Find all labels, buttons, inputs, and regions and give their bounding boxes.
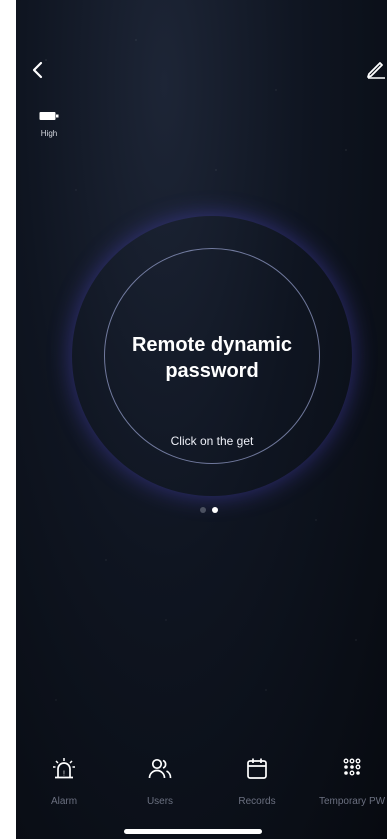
users-icon	[148, 758, 172, 779]
nav-label-alarm: Alarm	[50, 796, 78, 807]
nav-label-users: Users	[146, 796, 174, 807]
ring-title-line-2: password	[165, 360, 259, 382]
battery-icon	[39, 112, 59, 120]
keypad-grid-icon	[343, 758, 361, 776]
phone-frame: High Remote dynamic password Click on th…	[0, 0, 387, 839]
nav-item-temporary-pw[interactable]: Temporary PW	[312, 756, 387, 807]
calendar-icon	[247, 758, 267, 779]
battery-indicator: High	[34, 108, 64, 138]
nav-label-records: Records	[238, 796, 276, 807]
nav-item-users[interactable]: Users	[120, 756, 200, 807]
page-dot-1[interactable]	[200, 507, 206, 513]
pencil-icon	[367, 62, 385, 79]
alarm-siren-icon: !	[53, 758, 75, 779]
ring-title-line-1: Remote dynamic	[131, 334, 293, 356]
page-dot-2[interactable]	[212, 507, 218, 513]
nav-item-records[interactable]: Records	[217, 756, 297, 807]
svg-text:!: !	[63, 771, 65, 778]
app-screen: High Remote dynamic password Click on th…	[16, 0, 387, 839]
chevron-left-icon	[32, 61, 43, 79]
back-button[interactable]	[24, 56, 52, 84]
nav-label-temporary-pw: Temporary PW	[318, 796, 386, 807]
home-indicator[interactable]	[124, 829, 262, 834]
remote-dynamic-password-button[interactable]: Remote dynamic password Click on the get	[72, 216, 352, 496]
nav-item-alarm[interactable]: ! Alarm	[24, 756, 104, 807]
ring-hint: Click on the get	[170, 434, 254, 448]
battery-level-label: High	[40, 129, 58, 138]
bottom-nav: ! Alarm Users Records Temporary PW	[16, 756, 387, 816]
ring-title: Remote dynamic password	[72, 332, 352, 384]
edit-button[interactable]	[365, 58, 387, 80]
